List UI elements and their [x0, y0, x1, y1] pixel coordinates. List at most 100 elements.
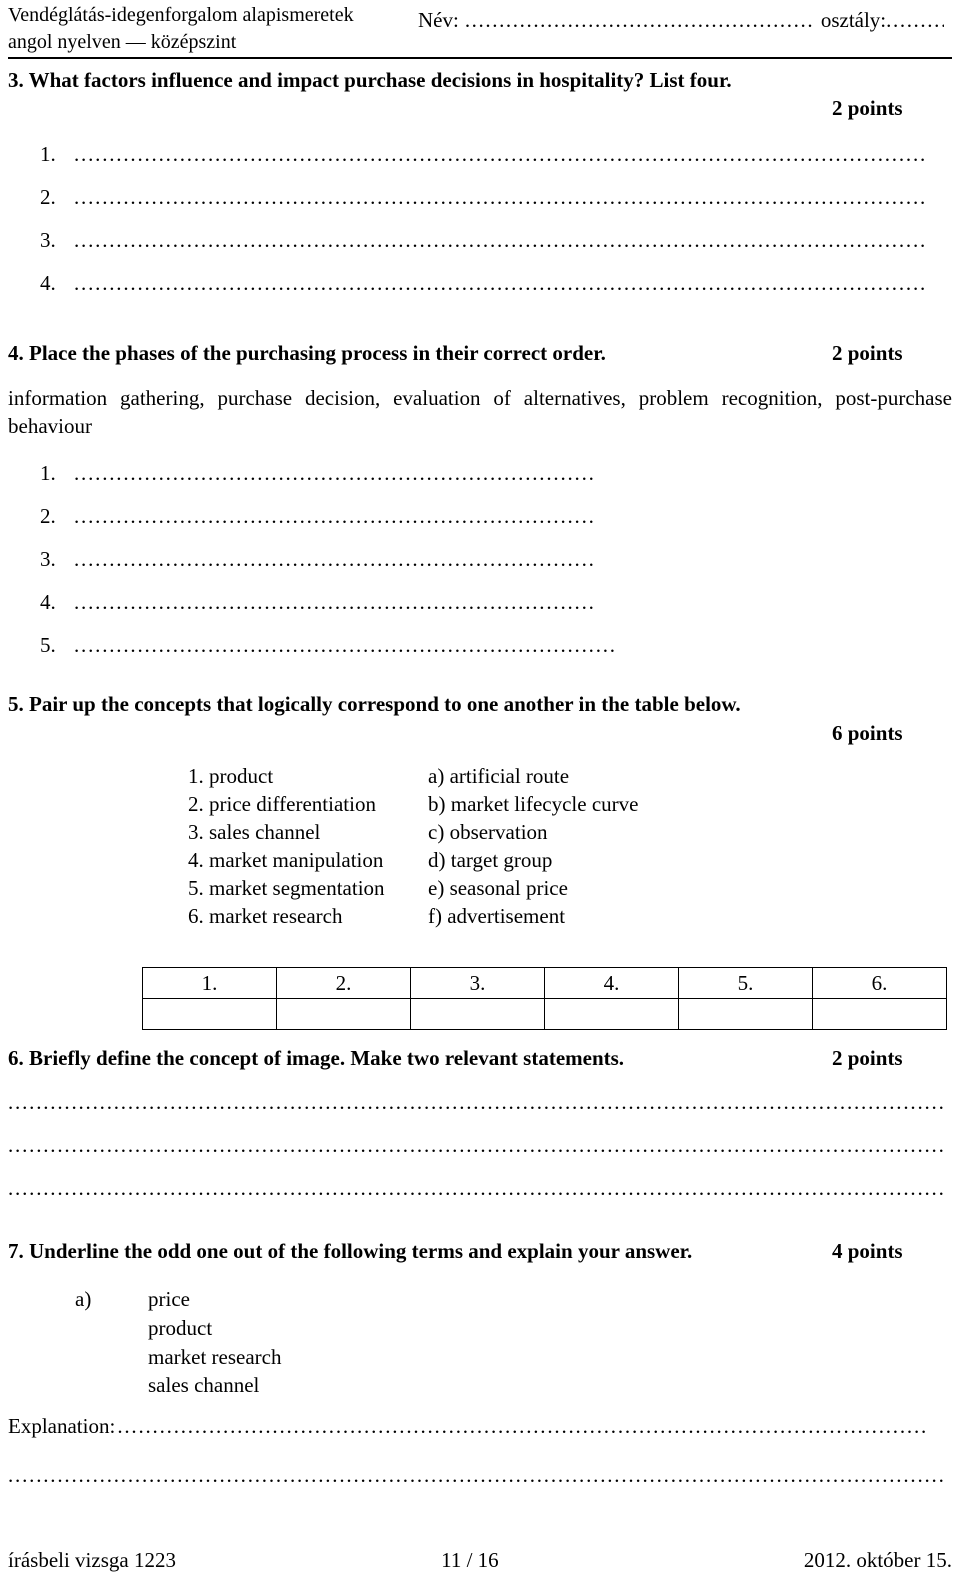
pair-left-item: 5. market segmentation	[188, 875, 385, 900]
list-letter-spacer	[75, 1343, 148, 1372]
name-label: Név:	[418, 8, 459, 32]
table-row-answers[interactable]	[142, 998, 947, 1030]
pair-left-item: 4. market manipulation	[188, 847, 384, 872]
exam-subject: Vendéglátás-idegenforgalom alapismeretek…	[8, 2, 418, 56]
pair-left-item: 6. market research	[188, 903, 343, 928]
pair-right-item: a) artificial route	[428, 764, 570, 788]
question-5-pair-lists: 1. product a) artificial route 2. price …	[188, 763, 788, 931]
question-7-explanation-row[interactable]: Explanation: ...........................…	[8, 1414, 929, 1439]
answer-line[interactable]: ........................................…	[74, 504, 594, 529]
answer-line[interactable]: ........................................…	[74, 271, 926, 296]
name-input-line[interactable]: ........................................…	[465, 8, 815, 33]
question-3-points: 2 points	[832, 96, 903, 120]
table-header-cell: 3.	[410, 967, 545, 999]
list-letter: a)	[75, 1287, 92, 1311]
question-7-term-row[interactable]: market research	[75, 1343, 282, 1372]
question-5-points: 6 points	[832, 721, 903, 745]
answer-line[interactable]: ........................................…	[74, 590, 594, 615]
question-3-title: 3. What factors influence and impact pur…	[8, 68, 732, 92]
question-6-title: 6. Briefly define the concept of image. …	[8, 1046, 625, 1070]
table-answer-cell[interactable]	[410, 998, 545, 1030]
class-label: osztály:	[820, 8, 887, 32]
explanation-label: Explanation:	[8, 1414, 116, 1438]
answer-line[interactable]: ........................................…	[74, 185, 926, 210]
pair-left-item: 1. product	[188, 764, 274, 788]
pair-row: 3. sales channel c) observation	[188, 819, 788, 847]
table-header-cell: 2.	[276, 967, 411, 999]
pair-right-item: e) seasonal price	[428, 875, 568, 900]
table-answer-cell[interactable]	[812, 998, 947, 1030]
pair-right-item: d) target group	[428, 847, 553, 872]
list-number: 3.	[40, 547, 56, 571]
question-3-answer-row-2[interactable]: 2. .....................................…	[40, 185, 926, 210]
explanation-line-1[interactable]: ........................................…	[117, 1414, 929, 1439]
pair-right-item: c) observation	[428, 819, 548, 844]
list-number: 2.	[40, 504, 56, 528]
pair-row: 2. price differentiation b) market lifec…	[188, 791, 788, 819]
answer-line[interactable]: ........................................…	[74, 142, 926, 167]
table-header-cell: 5.	[678, 967, 813, 999]
question-4-answer-row-2[interactable]: 2. .....................................…	[40, 504, 594, 529]
term-option[interactable]: price	[148, 1285, 190, 1314]
question-7-term-row[interactable]: a) price	[75, 1285, 282, 1314]
page-header: Vendéglátás-idegenforgalom alapismeretek…	[8, 2, 952, 56]
pair-row: 6. market research f) advertisement	[188, 903, 788, 931]
page-footer: írásbeli vizsga 1223 11 / 16 2012. októb…	[8, 1548, 952, 1573]
term-option[interactable]: market research	[148, 1343, 282, 1372]
answer-line[interactable]: ........................................…	[74, 633, 616, 658]
list-number: 4.	[40, 271, 56, 295]
question-7-term-list[interactable]: a) price product market research sales c…	[75, 1285, 282, 1400]
question-7-explanation-line-2[interactable]: ........................................…	[8, 1463, 944, 1488]
term-option[interactable]: product	[148, 1314, 212, 1343]
exam-page: Vendéglátás-idegenforgalom alapismeretek…	[0, 0, 960, 1589]
list-letter-spacer	[75, 1371, 148, 1400]
list-letter-spacer	[75, 1314, 148, 1343]
question-6-answer-line-2[interactable]: ........................................…	[8, 1133, 944, 1158]
table-answer-cell[interactable]	[544, 998, 679, 1030]
question-5-answer-table[interactable]: 1. 2. 3. 4. 5. 6.	[142, 967, 947, 1030]
question-7-term-row[interactable]: product	[75, 1314, 282, 1343]
table-answer-cell[interactable]	[276, 998, 411, 1030]
question-3-answer-row-4[interactable]: 4. .....................................…	[40, 271, 926, 296]
list-number: 5.	[40, 633, 56, 657]
list-number: 3.	[40, 228, 56, 252]
question-3-answer-row-1[interactable]: 1. .....................................…	[40, 142, 926, 167]
footer-exam-code: írásbeli vizsga 1223	[8, 1548, 176, 1572]
answer-line[interactable]: ........................................…	[74, 461, 594, 486]
list-number: 2.	[40, 185, 56, 209]
question-4-terms-paragraph: information gathering, purchase decision…	[8, 386, 952, 438]
question-3-answer-row-3[interactable]: 3. .....................................…	[40, 228, 926, 253]
question-4-answer-row-4[interactable]: 4. .....................................…	[40, 590, 594, 615]
question-7-title: 7. Underline the odd one out of the foll…	[8, 1239, 693, 1263]
question-7-term-row[interactable]: sales channel	[75, 1371, 282, 1400]
footer-date: 2012. október 15.	[803, 1548, 952, 1572]
question-6-answer-line-1[interactable]: ........................................…	[8, 1090, 944, 1115]
list-number: 4.	[40, 590, 56, 614]
table-row-headers: 1. 2. 3. 4. 5. 6.	[142, 967, 947, 999]
pair-left-item: 2. price differentiation	[188, 791, 376, 816]
question-6-answer-line-3[interactable]: ........................................…	[8, 1176, 944, 1201]
list-number: 1.	[40, 142, 56, 166]
question-6-points: 2 points	[832, 1046, 903, 1070]
pair-right-item: f) advertisement	[428, 903, 566, 928]
table-answer-cell[interactable]	[678, 998, 813, 1030]
question-5-title: 5. Pair up the concepts that logically c…	[8, 692, 741, 716]
question-4-answer-row-1[interactable]: 1. .....................................…	[40, 461, 594, 486]
pair-row: 5. market segmentation e) seasonal price	[188, 875, 788, 903]
question-4-answer-row-3[interactable]: 3. .....................................…	[40, 547, 594, 572]
question-7-points: 4 points	[832, 1239, 903, 1263]
answer-line[interactable]: ........................................…	[74, 228, 926, 253]
table-answer-cell[interactable]	[142, 998, 277, 1030]
footer-page-number: 11 / 16	[441, 1548, 499, 1572]
exam-subject-line1: Vendéglátás-idegenforgalom alapismeretek	[8, 4, 354, 26]
question-4-answer-row-5[interactable]: 5. .....................................…	[40, 633, 616, 658]
question-4-points: 2 points	[832, 341, 903, 365]
table-header-cell: 6.	[812, 967, 947, 999]
pair-row: 1. product a) artificial route	[188, 763, 788, 791]
table-header-cell: 4.	[544, 967, 679, 999]
term-option[interactable]: sales channel	[148, 1371, 259, 1400]
answer-line[interactable]: ........................................…	[74, 547, 594, 572]
pair-left-item: 3. sales channel	[188, 819, 321, 844]
class-input-line[interactable]: ........................	[886, 8, 944, 33]
table-header-cell: 1.	[142, 967, 277, 999]
